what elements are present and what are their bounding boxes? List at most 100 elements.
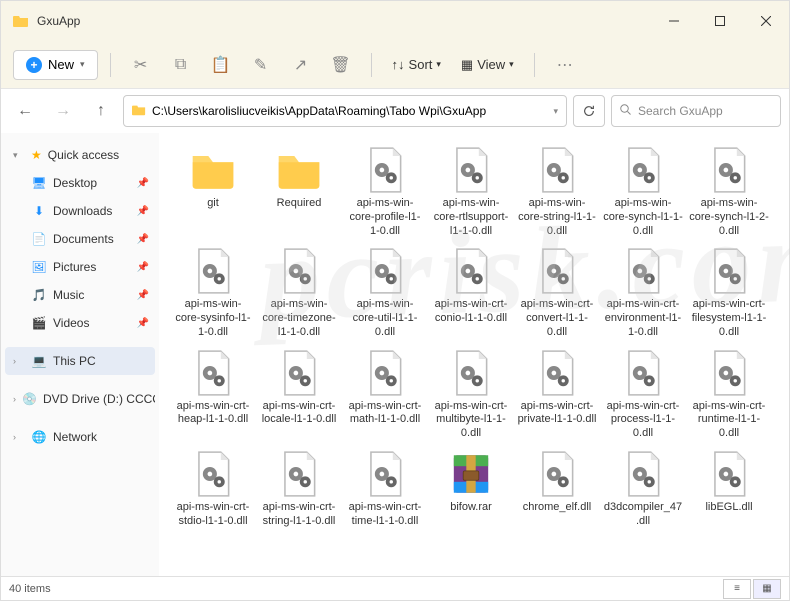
sidebar-item-videos[interactable]: 🎬 Videos 📌	[5, 309, 155, 337]
up-button[interactable]: ↑	[85, 95, 117, 127]
addressbar: ← → ↑ C:\Users\karolisliucveikis\AppData…	[1, 89, 789, 133]
dll-icon	[618, 145, 668, 195]
search-placeholder: Search GxuApp	[638, 104, 723, 118]
file-label: api-ms-win-crt-convert-l1-1-0.dll	[517, 298, 597, 339]
chevron-down-icon[interactable]: ▾	[553, 106, 558, 117]
sidebar-item-downloads[interactable]: ⬇ Downloads 📌	[5, 197, 155, 225]
paste-button[interactable]: 📋	[203, 47, 239, 83]
dvd-label: DVD Drive (D:) CCCC	[43, 392, 155, 406]
more-button[interactable]: ⋯	[547, 47, 583, 83]
this-pc-label: This PC	[53, 354, 96, 368]
file-item[interactable]: libEGL.dll	[687, 445, 771, 531]
file-item[interactable]: api-ms-win-core-rtlsupport-l1-1-0.dll	[429, 141, 513, 240]
maximize-button[interactable]	[697, 1, 743, 41]
rename-button[interactable]: ✎	[243, 47, 279, 83]
file-item[interactable]: chrome_elf.dll	[515, 445, 599, 531]
file-item[interactable]: api-ms-win-crt-runtime-l1-1-0.dll	[687, 344, 771, 443]
search-icon	[620, 104, 632, 119]
file-item[interactable]: api-ms-win-core-synch-l1-2-0.dll	[687, 141, 771, 240]
file-item[interactable]: api-ms-win-crt-string-l1-1-0.dll	[257, 445, 341, 531]
file-item[interactable]: api-ms-win-crt-math-l1-1-0.dll	[343, 344, 427, 443]
sidebar-item-documents[interactable]: 📄 Documents 📌	[5, 225, 155, 253]
search-input[interactable]: Search GxuApp	[611, 95, 781, 127]
sidebar-item-label: Videos	[53, 316, 89, 330]
file-item[interactable]: api-ms-win-core-util-l1-1-0.dll	[343, 242, 427, 341]
file-item[interactable]: api-ms-win-core-synch-l1-1-0.dll	[601, 141, 685, 240]
file-item[interactable]: api-ms-win-core-profile-l1-1-0.dll	[343, 141, 427, 240]
view-button[interactable]: ▦ View ▾	[453, 51, 522, 79]
folder-icon	[188, 145, 238, 195]
cut-button[interactable]: ✂	[123, 47, 159, 83]
sidebar-item-music[interactable]: 🎵 Music 📌	[5, 281, 155, 309]
delete-button[interactable]: 🗑	[323, 47, 359, 83]
sidebar: ▾ ★ Quick access 🖥 Desktop 📌 ⬇ Downloads…	[1, 133, 159, 576]
share-button[interactable]: ↗	[283, 47, 319, 83]
address-input[interactable]: C:\Users\karolisliucveikis\AppData\Roami…	[123, 95, 567, 127]
file-item[interactable]: api-ms-win-crt-convert-l1-1-0.dll	[515, 242, 599, 341]
file-label: api-ms-win-crt-time-l1-1-0.dll	[345, 501, 425, 529]
forward-button[interactable]: →	[47, 95, 79, 127]
file-item[interactable]: api-ms-win-core-string-l1-1-0.dll	[515, 141, 599, 240]
file-label: api-ms-win-crt-filesystem-l1-1-0.dll	[689, 298, 769, 339]
pin-icon: 📌	[137, 318, 149, 329]
pin-icon: 📌	[137, 262, 149, 273]
file-item[interactable]: api-ms-win-crt-stdio-l1-1-0.dll	[171, 445, 255, 531]
file-item[interactable]: Required	[257, 141, 341, 240]
file-item[interactable]: api-ms-win-core-timezone-l1-1-0.dll	[257, 242, 341, 341]
sidebar-item-desktop[interactable]: 🖥 Desktop 📌	[5, 169, 155, 197]
file-label: api-ms-win-crt-heap-l1-1-0.dll	[173, 400, 253, 428]
sidebar-network[interactable]: › 🌐 Network	[5, 423, 155, 451]
copy-button[interactable]: ⧉	[163, 47, 199, 83]
item-count: 40 items	[9, 583, 51, 595]
music-icon: 🎵	[31, 287, 47, 303]
chevron-down-icon: ▾	[509, 59, 514, 70]
file-label: api-ms-win-crt-string-l1-1-0.dll	[259, 501, 339, 529]
network-label: Network	[53, 430, 97, 444]
file-item[interactable]: api-ms-win-crt-time-l1-1-0.dll	[343, 445, 427, 531]
file-item[interactable]: api-ms-win-crt-process-l1-1-0.dll	[601, 344, 685, 443]
dll-icon	[188, 449, 238, 499]
file-item[interactable]: d3dcompiler_47.dll	[601, 445, 685, 531]
address-path: C:\Users\karolisliucveikis\AppData\Roami…	[152, 104, 486, 118]
sidebar-this-pc[interactable]: › 💻 This PC	[5, 347, 155, 375]
file-item[interactable]: api-ms-win-crt-private-l1-1-0.dll	[515, 344, 599, 443]
file-label: api-ms-win-core-timezone-l1-1-0.dll	[259, 298, 339, 339]
chevron-down-icon: ▾	[80, 59, 85, 70]
sidebar-item-label: Desktop	[53, 176, 97, 190]
file-label: git	[207, 197, 219, 211]
file-item[interactable]: api-ms-win-crt-locale-l1-1-0.dll	[257, 344, 341, 443]
sort-icon: ↑↓	[392, 57, 405, 72]
network-icon: 🌐	[31, 429, 47, 445]
details-view-button[interactable]: ≡	[723, 579, 751, 599]
file-item[interactable]: git	[171, 141, 255, 240]
file-item[interactable]: api-ms-win-crt-heap-l1-1-0.dll	[171, 344, 255, 443]
new-button[interactable]: + New ▾	[13, 50, 98, 80]
file-item[interactable]: api-ms-win-core-sysinfo-l1-1-0.dll	[171, 242, 255, 341]
folder-icon	[274, 145, 324, 195]
sidebar-quick-access[interactable]: ▾ ★ Quick access	[5, 141, 155, 169]
file-item[interactable]: api-ms-win-crt-environment-l1-1-0.dll	[601, 242, 685, 341]
back-button[interactable]: ←	[9, 95, 41, 127]
dll-icon	[618, 246, 668, 296]
file-label: api-ms-win-core-profile-l1-1-0.dll	[345, 197, 425, 238]
sidebar-dvd-drive[interactable]: › 💿 DVD Drive (D:) CCCC	[5, 385, 155, 413]
minimize-button[interactable]	[651, 1, 697, 41]
file-item[interactable]: api-ms-win-crt-conio-l1-1-0.dll	[429, 242, 513, 341]
file-pane[interactable]: git Requiredapi-ms-win-core-profile-l1-1-…	[159, 133, 789, 576]
sidebar-item-label: Downloads	[53, 204, 112, 218]
dll-icon	[532, 246, 582, 296]
file-item[interactable]: api-ms-win-crt-multibyte-l1-1-0.dll	[429, 344, 513, 443]
dll-icon	[704, 246, 754, 296]
file-item[interactable]: api-ms-win-crt-filesystem-l1-1-0.dll	[687, 242, 771, 341]
sidebar-item-pictures[interactable]: 🖼 Pictures 📌	[5, 253, 155, 281]
icons-view-button[interactable]: ▦	[753, 579, 781, 599]
close-button[interactable]	[743, 1, 789, 41]
refresh-button[interactable]	[573, 95, 605, 127]
chevron-down-icon: ▾	[436, 59, 441, 70]
file-item[interactable]: bifow.rar	[429, 445, 513, 531]
sort-button[interactable]: ↑↓ Sort ▾	[384, 51, 449, 78]
desktop-icon: 🖥	[31, 175, 47, 191]
sort-label: Sort	[409, 57, 433, 72]
dll-icon	[360, 348, 410, 398]
pin-icon: 📌	[137, 178, 149, 189]
